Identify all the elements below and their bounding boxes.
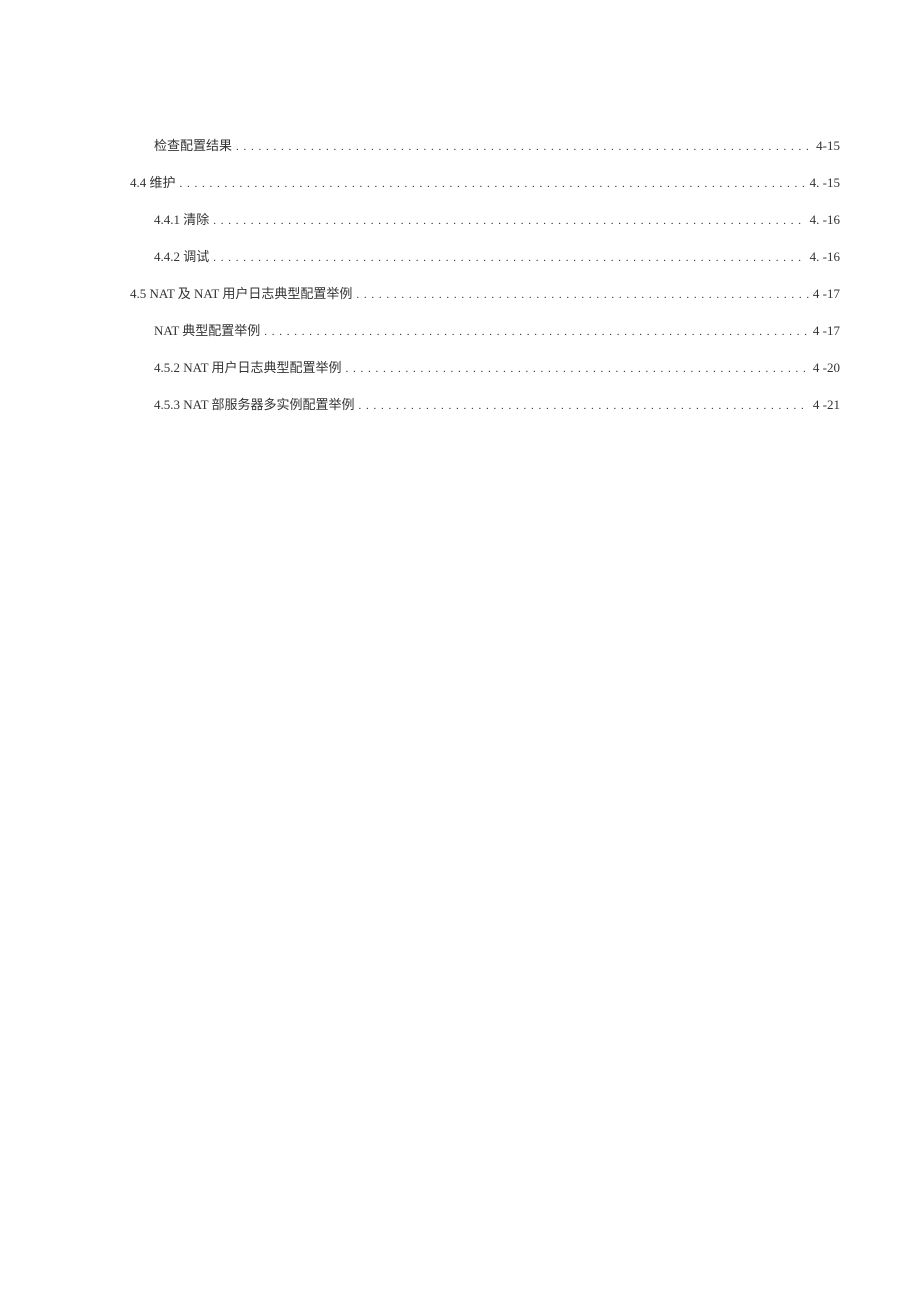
toc-page-number: 4-15 xyxy=(816,138,840,154)
toc-leader-dots xyxy=(236,138,812,154)
toc-entry[interactable]: NAT 典型配置举例 4 -17 xyxy=(130,320,840,339)
toc-title: 4.4.2 调试 xyxy=(154,246,209,265)
toc-title: 4.4 维护 xyxy=(130,172,176,191)
toc-leader-dots xyxy=(356,286,809,302)
toc-entry[interactable]: 4.5.3 NAT 部服务器多实例配置举例 4 -21 xyxy=(130,394,840,413)
toc-title: NAT 典型配置举例 xyxy=(154,320,260,339)
toc-page-number: 4 -21 xyxy=(813,397,840,413)
toc-entry[interactable]: 4.5.2 NAT 用户日志典型配置举例 4 -20 xyxy=(130,357,840,376)
toc-leader-dots xyxy=(213,212,805,228)
toc-title: 4.4.1 清除 xyxy=(154,209,209,228)
toc-page-number: 4. -15 xyxy=(810,175,840,191)
table-of-contents: 检查配置结果 4-15 4.4 维护 4. -15 4.4.1 清除 4. -1… xyxy=(130,135,840,413)
toc-page-number: 4. -16 xyxy=(810,249,840,265)
toc-leader-dots xyxy=(264,323,809,339)
toc-entry[interactable]: 4.4.1 清除 4. -16 xyxy=(130,209,840,228)
toc-page-number: 4. -16 xyxy=(810,212,840,228)
toc-title: 4.5.3 NAT 部服务器多实例配置举例 xyxy=(154,394,355,413)
toc-title: 检查配置结果 xyxy=(154,135,232,154)
toc-title: 4.5 NAT 及 NAT 用户日志典型配置举例 xyxy=(130,283,352,302)
toc-entry[interactable]: 4.4.2 调试 4. -16 xyxy=(130,246,840,265)
toc-leader-dots xyxy=(213,249,805,265)
toc-leader-dots xyxy=(346,360,809,376)
toc-page-number: 4 -20 xyxy=(813,360,840,376)
toc-entry[interactable]: 4.4 维护 4. -15 xyxy=(130,172,840,191)
toc-entry[interactable]: 检查配置结果 4-15 xyxy=(130,135,840,154)
toc-leader-dots xyxy=(180,175,806,191)
toc-page-number: 4 -17 xyxy=(813,286,840,302)
toc-page-number: 4 -17 xyxy=(813,323,840,339)
toc-entry[interactable]: 4.5 NAT 及 NAT 用户日志典型配置举例 4 -17 xyxy=(130,283,840,302)
toc-leader-dots xyxy=(359,397,809,413)
toc-title: 4.5.2 NAT 用户日志典型配置举例 xyxy=(154,357,342,376)
